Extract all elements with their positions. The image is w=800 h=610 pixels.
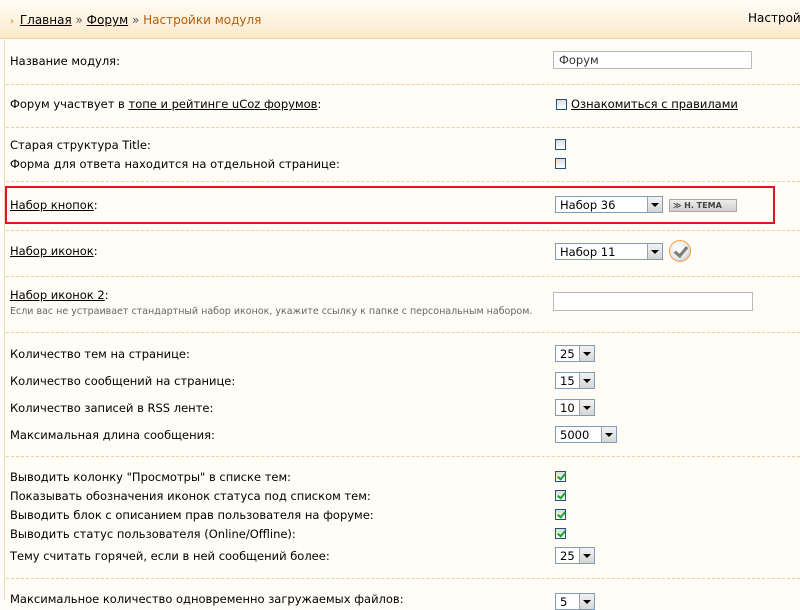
posts-per-page-value: 15 (560, 374, 575, 388)
rating-checkbox[interactable] (556, 99, 567, 110)
topics-per-page-label: Количество тем на странице: (10, 347, 190, 361)
user-status-label: Выводить статус пользователя (Online/Off… (10, 527, 296, 541)
max-length-value: 5000 (560, 428, 590, 442)
rss-count-select[interactable]: 10 (555, 399, 595, 416)
header-right-title: Настройки (748, 11, 800, 25)
icon-set-colon: : (93, 244, 98, 258)
rss-count-label: Количество записей в RSS ленте: (10, 401, 214, 415)
posts-per-page-select[interactable]: 15 (555, 372, 595, 389)
chevron-down-icon[interactable] (579, 400, 594, 415)
icon-set2-label: Набор иконок 2: (10, 288, 109, 302)
topics-per-page-value: 25 (560, 347, 575, 361)
breadcrumb-home-link[interactable]: Главная (20, 13, 72, 27)
views-column-checkbox[interactable] (555, 471, 566, 482)
topics-per-page-select[interactable]: 25 (555, 345, 595, 362)
button-set-link[interactable]: Набор кнопок (10, 198, 94, 212)
breadcrumb-arrow-icon: › (10, 16, 14, 27)
chevron-down-icon[interactable] (579, 548, 594, 563)
user-status-checkbox[interactable] (555, 528, 566, 539)
max-files-select[interactable]: 5 (555, 593, 595, 610)
divider (6, 578, 800, 579)
divider (6, 332, 800, 333)
icon-set2-hint: Если вас не устраивает стандартный набор… (10, 306, 533, 317)
breadcrumb: › Главная » Форум » Настройки модуля (10, 13, 261, 27)
max-length-label: Максимальная длина сообщения: (10, 428, 215, 442)
old-title-checkbox[interactable] (555, 139, 566, 150)
button-set-colon: : (93, 198, 98, 212)
chevron-down-icon[interactable] (579, 594, 594, 609)
chevron-down-icon[interactable] (579, 346, 594, 361)
icon-set2-colon: : (104, 288, 109, 302)
rules-link[interactable]: Ознакомиться с правилами (571, 97, 738, 111)
rating-label-suffix: : (317, 97, 322, 111)
divider (6, 181, 800, 182)
rating-label: Форум участвует в топе и рейтинге uCoz ф… (10, 97, 321, 111)
divider (6, 230, 800, 231)
user-rights-label: Выводить блок с описанием прав пользоват… (10, 508, 374, 522)
max-length-select[interactable]: 5000 (555, 426, 617, 443)
icon-set-value: Набор 11 (560, 245, 616, 259)
max-files-value: 5 (560, 595, 568, 609)
module-name-label: Название модуля: (10, 54, 120, 68)
chevron-down-icon[interactable] (601, 427, 616, 442)
views-column-label: Выводить колонку "Просмотры" в списке те… (10, 470, 292, 484)
chevron-down-icon[interactable] (647, 244, 662, 259)
chevron-down-icon[interactable] (647, 197, 662, 212)
divider (6, 84, 800, 85)
posts-per-page-label: Количество сообщений на странице: (10, 374, 236, 388)
breadcrumb-separator: » (75, 13, 83, 27)
hot-topic-label: Тему считать горячей, если в ней сообщен… (10, 549, 330, 563)
rating-label-prefix: Форум участвует в (10, 97, 129, 111)
hot-topic-select[interactable]: 25 (555, 547, 595, 564)
divider (6, 127, 800, 128)
button-set-label: Набор кнопок: (10, 198, 98, 212)
breadcrumb-current: Настройки модуля (143, 13, 262, 27)
icon-set-link[interactable]: Набор иконок (10, 244, 94, 258)
old-title-label: Старая структура Title: (10, 138, 151, 152)
button-set-preview: ≫ Н. ТЕМА (669, 199, 737, 212)
checkmark-icon (669, 240, 691, 262)
user-rights-checkbox[interactable] (555, 509, 566, 520)
button-set-select[interactable]: Набор 36 (555, 196, 663, 213)
rss-count-value: 10 (560, 401, 575, 415)
rating-link[interactable]: топе и рейтинге uCoz форумов (129, 97, 318, 111)
module-name-input[interactable]: Форум (553, 51, 752, 69)
reply-form-checkbox[interactable] (555, 158, 566, 169)
icon-set-label: Набор иконок: (10, 244, 98, 258)
status-icons-checkbox[interactable] (555, 490, 566, 501)
icon-set2-link[interactable]: Набор иконок 2 (10, 288, 105, 302)
divider (6, 276, 800, 277)
icon-set-select[interactable]: Набор 11 (555, 243, 663, 260)
reply-form-label: Форма для ответа находится на отдельной … (10, 157, 340, 171)
button-set-value: Набор 36 (560, 198, 616, 212)
icon-set2-input[interactable] (553, 292, 753, 311)
max-files-label: Максимальное количество одновременно заг… (10, 592, 404, 606)
chevron-down-icon[interactable] (579, 373, 594, 388)
breadcrumb-separator: » (131, 13, 140, 27)
status-icons-label: Показывать обозначения иконок статуса по… (10, 489, 371, 503)
hot-topic-value: 25 (560, 549, 575, 563)
header-bar: › Главная » Форум » Настройки модуля Нас… (0, 0, 800, 39)
breadcrumb-forum-link[interactable]: Форум (87, 13, 128, 27)
divider (6, 456, 800, 457)
